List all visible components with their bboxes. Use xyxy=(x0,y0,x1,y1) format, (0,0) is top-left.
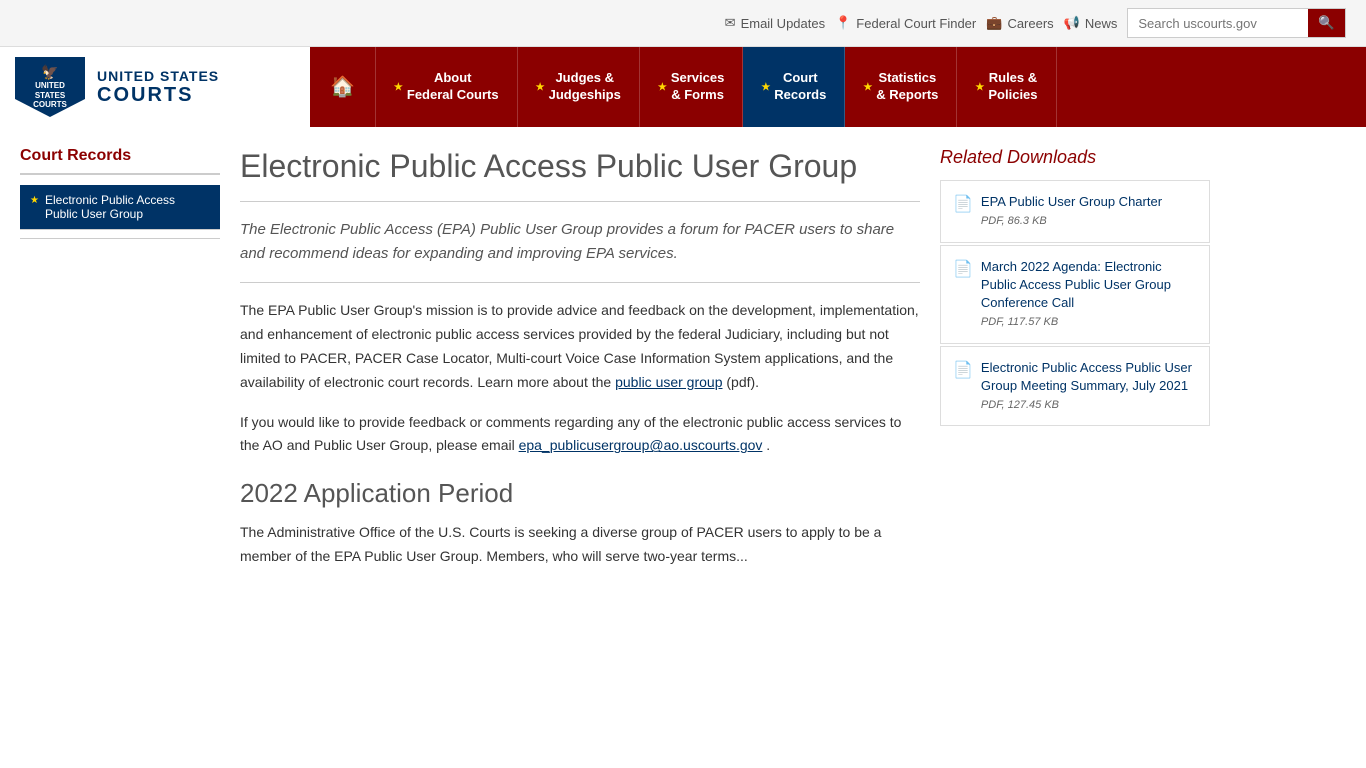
careers-label: Careers xyxy=(1007,16,1053,31)
download-size-0: PDF, 86.3 KB xyxy=(981,214,1162,229)
sidebar-title: Court Records xyxy=(20,147,220,175)
download-label-1: March 2022 Agenda: Electronic Public Acc… xyxy=(981,258,1197,313)
download-item-2: 📄 Electronic Public Access Public User G… xyxy=(940,346,1210,427)
nav-court-records[interactable]: ★ Court Records xyxy=(743,47,845,127)
body-paragraph-2: If you would like to provide feedback or… xyxy=(240,411,920,459)
federal-court-finder-label: Federal Court Finder xyxy=(856,16,976,31)
nav-services[interactable]: ★ Services & Forms xyxy=(640,47,743,127)
main-content: Court Records ★ Electronic Public Access… xyxy=(0,127,1366,605)
email-icon: ✉ xyxy=(725,15,736,31)
section-body: The Administrative Office of the U.S. Co… xyxy=(240,521,920,569)
download-item-1: 📄 March 2022 Agenda: Electronic Public A… xyxy=(940,245,1210,344)
related-downloads-title: Related Downloads xyxy=(940,147,1210,168)
search-box: 🔍 xyxy=(1127,8,1346,38)
public-user-group-link[interactable]: public user group xyxy=(615,374,722,390)
download-size-2: PDF, 127.45 KB xyxy=(981,398,1197,413)
download-link-2[interactable]: 📄 Electronic Public Access Public User G… xyxy=(953,359,1197,414)
nav-home[interactable]: 🏠 xyxy=(310,47,376,127)
logo[interactable]: 🦅 UNITED STATESCOURTS UNITED STATES COUR… xyxy=(15,57,219,117)
intro-text: The Electronic Public Access (EPA) Publi… xyxy=(240,218,920,266)
nav-statistics[interactable]: ★ Statistics & Reports xyxy=(845,47,957,127)
section-heading: 2022 Application Period xyxy=(240,478,920,509)
download-size-1: PDF, 117.57 KB xyxy=(981,315,1197,330)
page-title: Electronic Public Access Public User Gro… xyxy=(240,147,920,185)
star-icon: ★ xyxy=(394,81,403,94)
page-body: Electronic Public Access Public User Gro… xyxy=(240,147,920,585)
nav-rules[interactable]: ★ Rules & Policies xyxy=(957,47,1056,127)
top-bar: ✉ Email Updates 📍 Federal Court Finder 💼… xyxy=(0,0,1366,47)
pdf-icon: 📄 xyxy=(953,194,973,216)
email-link[interactable]: epa_publicusergroup@ao.uscourts.gov xyxy=(519,437,763,453)
pdf-icon: 📄 xyxy=(953,360,973,382)
download-label-0: EPA Public User Group Charter xyxy=(981,193,1162,211)
star-icon: ★ xyxy=(863,81,872,94)
star-icon: ★ xyxy=(536,81,545,94)
right-panel: Related Downloads 📄 EPA Public User Grou… xyxy=(940,147,1210,585)
star-icon: ★ xyxy=(658,81,667,94)
pdf-icon: 📄 xyxy=(953,259,973,281)
sidebar: Court Records ★ Electronic Public Access… xyxy=(20,147,220,585)
download-link-1[interactable]: 📄 March 2022 Agenda: Electronic Public A… xyxy=(953,258,1197,331)
star-icon: ★ xyxy=(761,81,770,94)
nav-about[interactable]: ★ About Federal Courts xyxy=(376,47,518,127)
briefcase-icon: 💼 xyxy=(986,15,1002,31)
megaphone-icon: 📢 xyxy=(1064,15,1080,31)
divider-top xyxy=(240,201,920,202)
news-link[interactable]: 📢 News xyxy=(1064,15,1118,31)
email-updates-link[interactable]: ✉ Email Updates xyxy=(725,15,825,31)
news-label: News xyxy=(1085,16,1118,31)
logo-area: 🦅 UNITED STATESCOURTS UNITED STATES COUR… xyxy=(0,47,310,127)
divider-mid xyxy=(240,282,920,283)
body-paragraph-1: The EPA Public User Group's mission is t… xyxy=(240,299,920,394)
email-updates-label: Email Updates xyxy=(741,16,826,31)
logo-line1: UNITED STATES xyxy=(97,68,219,84)
logo-line2: COURTS xyxy=(97,84,219,107)
search-input[interactable] xyxy=(1128,11,1308,36)
sidebar-item-epa[interactable]: ★ Electronic Public Access Public User G… xyxy=(20,185,220,230)
download-label-2: Electronic Public Access Public User Gro… xyxy=(981,359,1197,395)
main-nav: 🏠 ★ About Federal Courts ★ Judges & Judg… xyxy=(310,47,1366,127)
search-button[interactable]: 🔍 xyxy=(1308,9,1345,37)
star-icon: ★ xyxy=(975,81,984,94)
download-item-0: 📄 EPA Public User Group Charter PDF, 86.… xyxy=(940,180,1210,243)
download-link-0[interactable]: 📄 EPA Public User Group Charter PDF, 86.… xyxy=(953,193,1197,230)
location-icon: 📍 xyxy=(835,15,851,31)
star-icon: ★ xyxy=(30,195,39,206)
header: 🦅 UNITED STATESCOURTS UNITED STATES COUR… xyxy=(0,47,1366,127)
federal-court-finder-link[interactable]: 📍 Federal Court Finder xyxy=(835,15,976,31)
nav-judges[interactable]: ★ Judges & Judgeships xyxy=(518,47,640,127)
logo-shield: 🦅 UNITED STATESCOURTS xyxy=(15,57,85,117)
sidebar-item-label: Electronic Public Access Public User Gro… xyxy=(45,193,210,221)
careers-link[interactable]: 💼 Careers xyxy=(986,15,1053,31)
